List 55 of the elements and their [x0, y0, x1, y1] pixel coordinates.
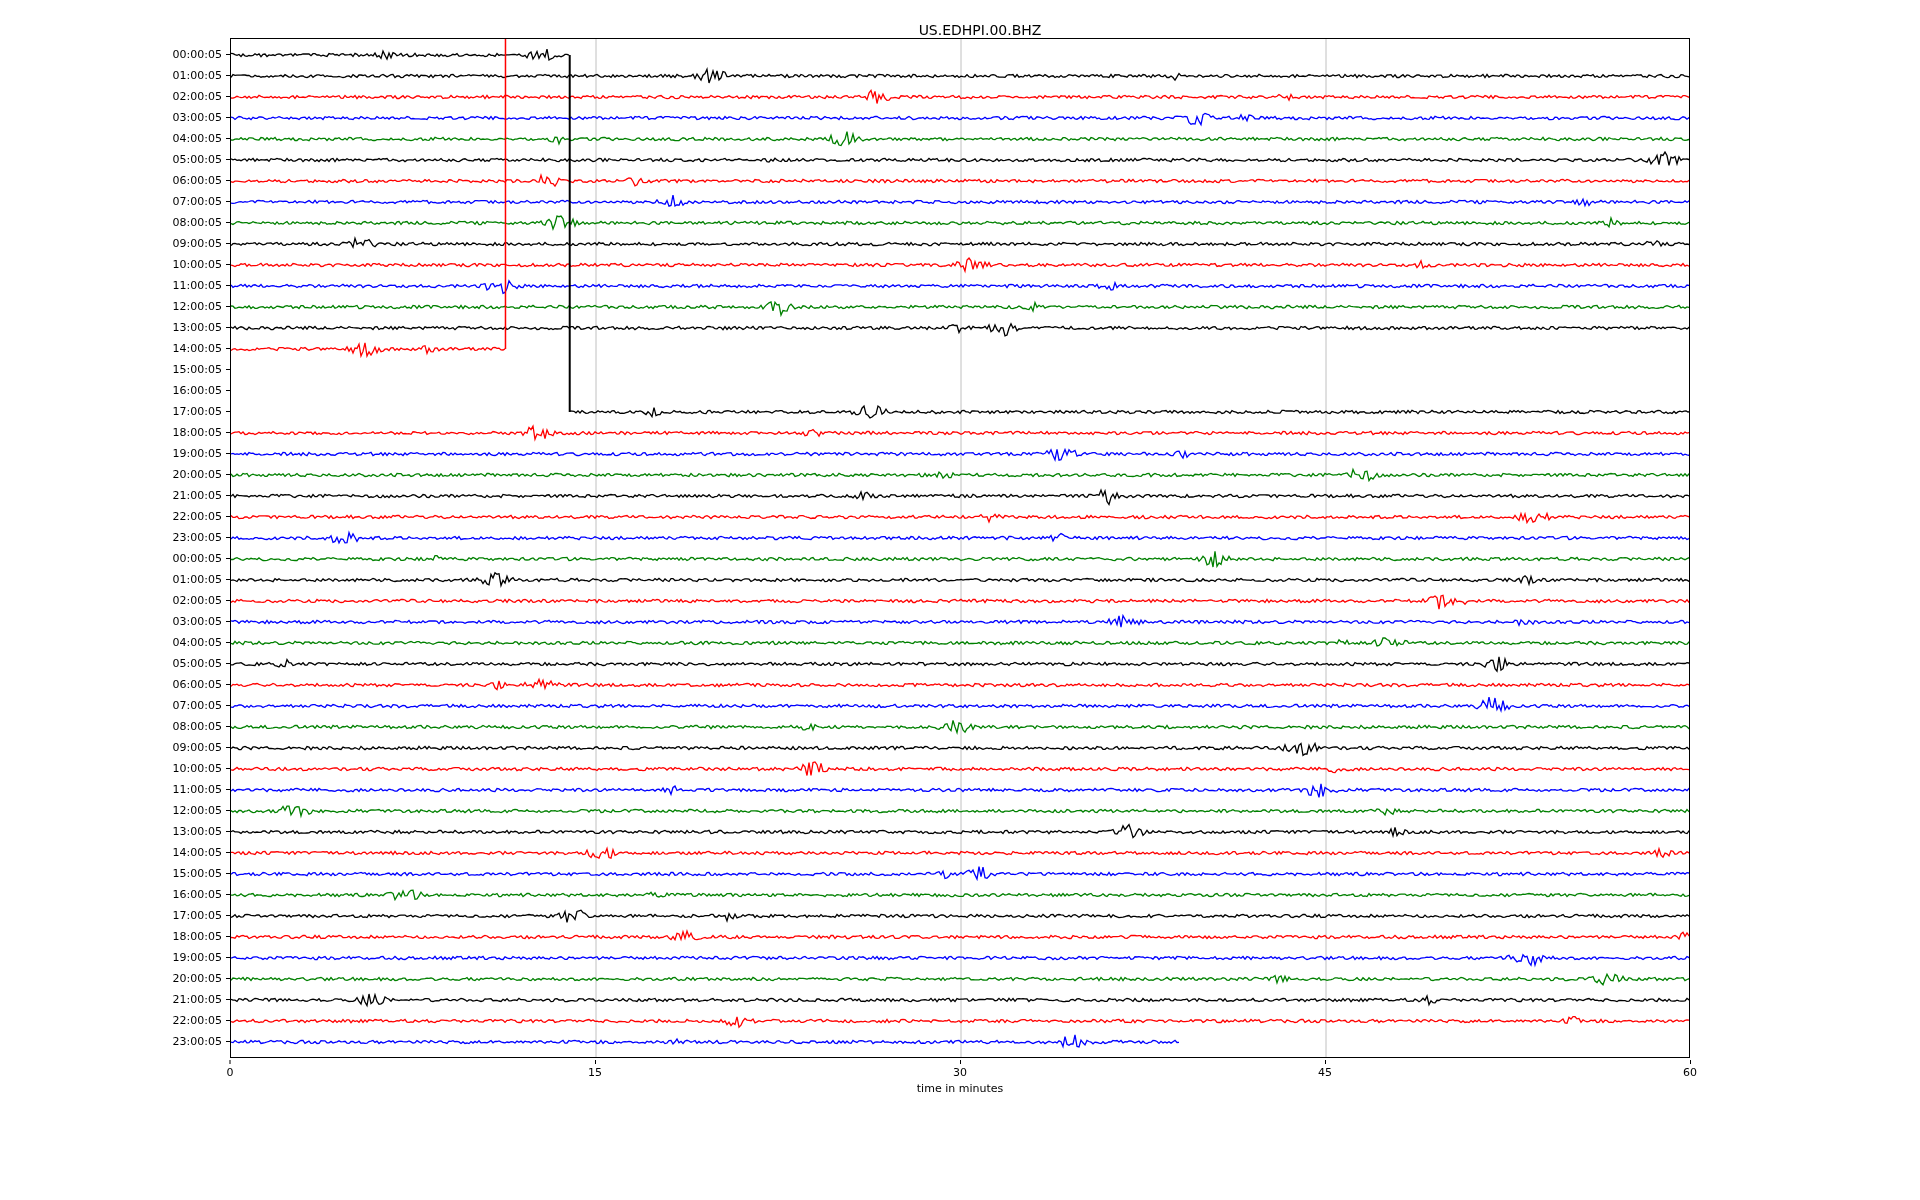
y-tick-label: 12:00:05: [172, 299, 222, 313]
y-tick-label: 01:00:05: [172, 68, 222, 82]
y-tick-label: 04:00:05: [172, 635, 222, 649]
y-tick-label: 08:00:05: [172, 215, 222, 229]
y-tick-label: 23:00:05: [172, 1034, 222, 1048]
y-tick-label: 09:00:05: [172, 236, 222, 250]
y-tick-label: 11:00:05: [172, 278, 222, 292]
y-tick-label: 22:00:05: [172, 509, 222, 523]
y-tick-label: 03:00:05: [172, 614, 222, 628]
y-tick-label: 10:00:05: [172, 257, 222, 271]
y-tick-label: 00:00:05: [172, 47, 222, 61]
y-tick-label: 09:00:05: [172, 740, 222, 754]
y-tick-label: 00:00:05: [172, 551, 222, 565]
y-tick-label: 22:00:05: [172, 1013, 222, 1027]
y-tick-label: 16:00:05: [172, 887, 222, 901]
y-tick-label: 04:00:05: [172, 131, 222, 145]
y-tick-label: 06:00:05: [172, 677, 222, 691]
y-tick-label: 17:00:05: [172, 908, 222, 922]
y-tick-label: 18:00:05: [172, 425, 222, 439]
y-tick-label: 14:00:05: [172, 845, 222, 859]
y-tick-label: 12:00:05: [172, 803, 222, 817]
y-tick-label: 21:00:05: [172, 992, 222, 1006]
y-tick-label: 02:00:05: [172, 593, 222, 607]
y-tick-label: 11:00:05: [172, 782, 222, 796]
x-axis-label: time in minutes: [915, 1082, 1005, 1095]
y-tick-label: 05:00:05: [172, 656, 222, 670]
y-tick-label: 21:00:05: [172, 488, 222, 502]
x-tick-label: 45: [1318, 1066, 1332, 1079]
y-tick-label: 20:00:05: [172, 467, 222, 481]
y-tick-label: 05:00:05: [172, 152, 222, 166]
y-tick-label: 08:00:05: [172, 719, 222, 733]
y-tick-label: 07:00:05: [172, 194, 222, 208]
x-tick-label: 0: [226, 1066, 234, 1079]
y-tick-label: 14:00:05: [172, 341, 222, 355]
y-tick-label: 16:00:05: [172, 383, 222, 397]
y-tick-label: 19:00:05: [172, 446, 222, 460]
x-tick-label: 30: [953, 1066, 967, 1079]
y-tick-label: 19:00:05: [172, 950, 222, 964]
y-tick-label: 18:00:05: [172, 929, 222, 943]
y-tick-label: 17:00:05: [172, 404, 222, 418]
plot-title: US.EDHPI.00.BHZ: [917, 21, 1043, 38]
y-tick-label: 10:00:05: [172, 761, 222, 775]
y-tick-label: 03:00:05: [172, 110, 222, 124]
x-tick-label: 60: [1683, 1066, 1697, 1079]
y-tick-label: 23:00:05: [172, 530, 222, 544]
y-tick-label: 06:00:05: [172, 173, 222, 187]
y-tick-label: 20:00:05: [172, 971, 222, 985]
x-tick-label: 15: [588, 1066, 602, 1079]
y-tick-label: 07:00:05: [172, 698, 222, 712]
y-tick-label: 01:00:05: [172, 572, 222, 586]
y-tick-label: 15:00:05: [172, 866, 222, 880]
y-tick-label: 02:00:05: [172, 89, 222, 103]
y-tick-label: 15:00:05: [172, 362, 222, 376]
y-tick-label: 13:00:05: [172, 320, 222, 334]
y-tick-label: 13:00:05: [172, 824, 222, 838]
